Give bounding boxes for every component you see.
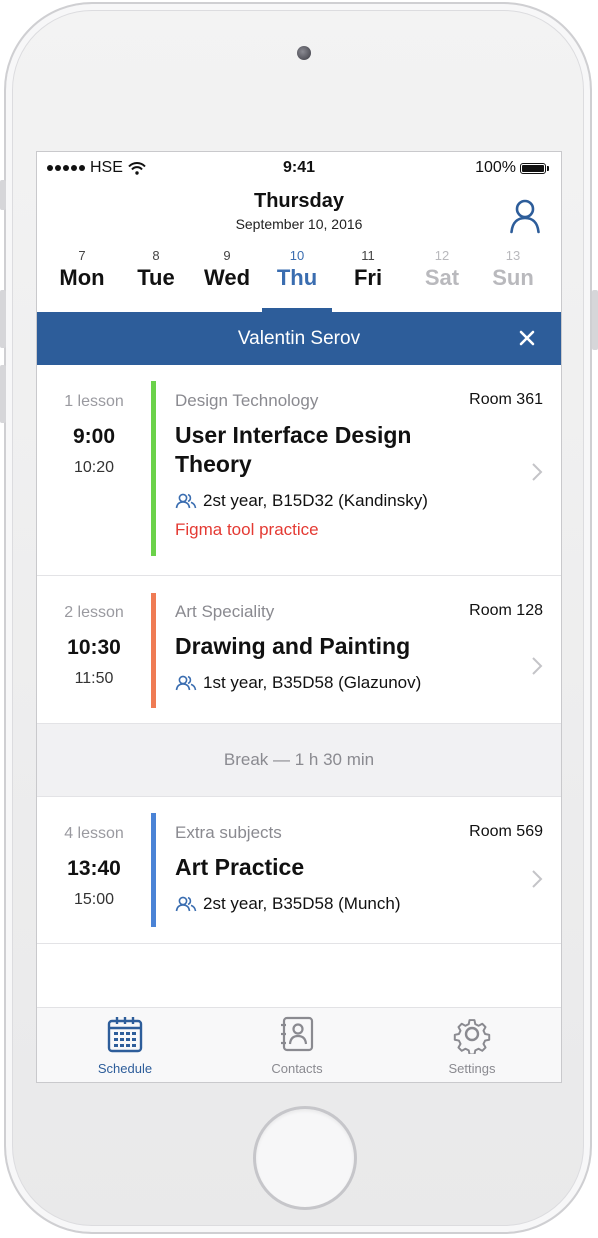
lesson-index: 4 lesson [64,825,124,842]
day-name: Tue [137,265,175,290]
lesson-details: Extra subjects Room 569 Art Practice 2st… [175,797,543,914]
lesson-room: Room 128 [469,602,543,619]
screen: HSE 9:41 100% Thursday September 10, 201… [36,151,562,1083]
lesson-time: 2 lesson 10:30 11:50 [37,576,151,688]
day-number: 13 [505,248,521,263]
day-number: 12 [434,248,450,263]
day-title: Thursday [253,190,345,212]
lesson-note: Figma tool practice [175,520,319,539]
contacts-icon [281,1016,314,1052]
lesson-start: 13:40 [67,857,121,880]
header: Thursday September 10, 2016 [37,186,561,238]
battery-percent: 100% [475,159,516,176]
day-wed[interactable]: 9 Wed [192,248,262,312]
lesson-card[interactable]: 2 lesson 10:30 11:50 Art Speciality Room… [37,576,561,724]
week-day-selector: 7 Mon 8 Tue 9 Wed 10 Thu 11 Fri 12 Sat 1… [37,248,561,312]
group-label: 1st year, B35D58 (Glazunov) [203,673,422,692]
lesson-room: Room 361 [469,391,543,408]
battery-status: 100% [475,159,549,177]
chevron-right-icon [532,657,543,675]
gear-icon [453,1019,491,1056]
date-subtitle: September 10, 2016 [235,216,363,232]
lesson-list: 1 lesson 9:00 10:20 Design Technology Ro… [37,365,561,944]
tab-schedule[interactable]: Schedule [65,1014,185,1076]
teacher-name: Valentin Serov [237,327,361,349]
battery-cap [547,165,549,171]
lesson-time: 1 lesson 9:00 10:20 [37,365,151,477]
lesson-end: 11:50 [74,670,114,687]
day-fri[interactable]: 11 Fri [333,248,403,312]
volume-down-button [0,365,6,423]
day-number: 8 [152,248,160,263]
day-name: Sat [424,265,460,290]
volume-up-button [0,290,6,348]
day-thu[interactable]: 10 Thu [262,248,332,312]
day-number: 11 [361,248,375,263]
lesson-details: Art Speciality Room 128 Drawing and Pain… [175,576,543,693]
battery-icon [520,162,546,174]
day-number: 9 [223,248,231,263]
day-sat[interactable]: 12 Sat [407,248,477,312]
lesson-index: 1 lesson [64,393,124,410]
chevron-right-icon [532,463,543,481]
tab-label: Contacts [271,1061,323,1076]
mute-switch [0,180,6,210]
tab-settings[interactable]: Settings [412,1014,532,1076]
lesson-color-bar [151,813,156,927]
lesson-card[interactable]: 1 lesson 9:00 10:20 Design Technology Ro… [37,365,561,576]
tab-contacts[interactable]: Contacts [237,1014,357,1076]
group-label: 2st year, B35D58 (Munch) [203,894,401,913]
front-camera [297,46,311,60]
lesson-end: 10:20 [73,459,115,476]
lesson-title: Art Practice [175,854,305,880]
day-tue[interactable]: 8 Tue [121,248,191,312]
lesson-group: 2st year, B15D32 (Kandinsky) [175,491,543,511]
day-name: Mon [59,265,105,290]
group-label: 2st year, B15D32 (Kandinsky) [203,491,428,510]
lesson-title: User Interface Design Theory [175,422,412,477]
day-name: Wed [203,265,251,290]
lesson-group: 2st year, B35D58 (Munch) [175,894,543,914]
lesson-color-bar [151,593,156,708]
lesson-index: 2 lesson [64,604,124,621]
day-number: 10 [289,248,305,263]
lesson-end: 15:00 [73,891,115,908]
close-icon[interactable] [515,326,539,350]
lesson-time: 4 lesson 13:40 15:00 [37,797,151,909]
status-bar: HSE 9:41 100% [37,152,561,186]
lesson-start: 10:30 [67,636,121,659]
tab-label: Schedule [97,1061,153,1076]
day-name: Thu [276,265,318,290]
lesson-room: Room 569 [469,823,543,840]
day-mon[interactable]: 7 Mon [47,248,117,312]
tab-bar: Schedule Contacts Settings [37,1007,561,1082]
lesson-details: Design Technology Room 361 User Interfac… [175,365,543,540]
tab-label: Settings [448,1061,496,1076]
lesson-card[interactable]: 4 lesson 13:40 15:00 Extra subjects Room… [37,797,561,944]
group-icon [175,675,197,691]
teacher-filter-banner: Valentin Serov [37,312,561,365]
day-number: 7 [78,248,86,263]
lesson-color-bar [151,381,156,556]
group-icon [175,493,197,509]
break-label: Break — 1 h 30 min [223,750,375,769]
user-icon[interactable] [509,198,541,234]
group-icon [175,896,197,912]
lesson-start: 9:00 [72,425,116,448]
home-button[interactable] [253,1106,357,1210]
break-row: Break — 1 h 30 min [37,724,561,797]
calendar-icon [107,1017,143,1053]
chevron-right-icon [532,870,543,888]
lesson-title: Drawing and Painting [175,633,411,659]
day-name: Fri [353,265,383,290]
lesson-group: 1st year, B35D58 (Glazunov) [175,673,543,693]
power-button [592,290,598,350]
day-sun[interactable]: 13 Sun [478,248,548,312]
day-name: Sun [492,265,534,290]
